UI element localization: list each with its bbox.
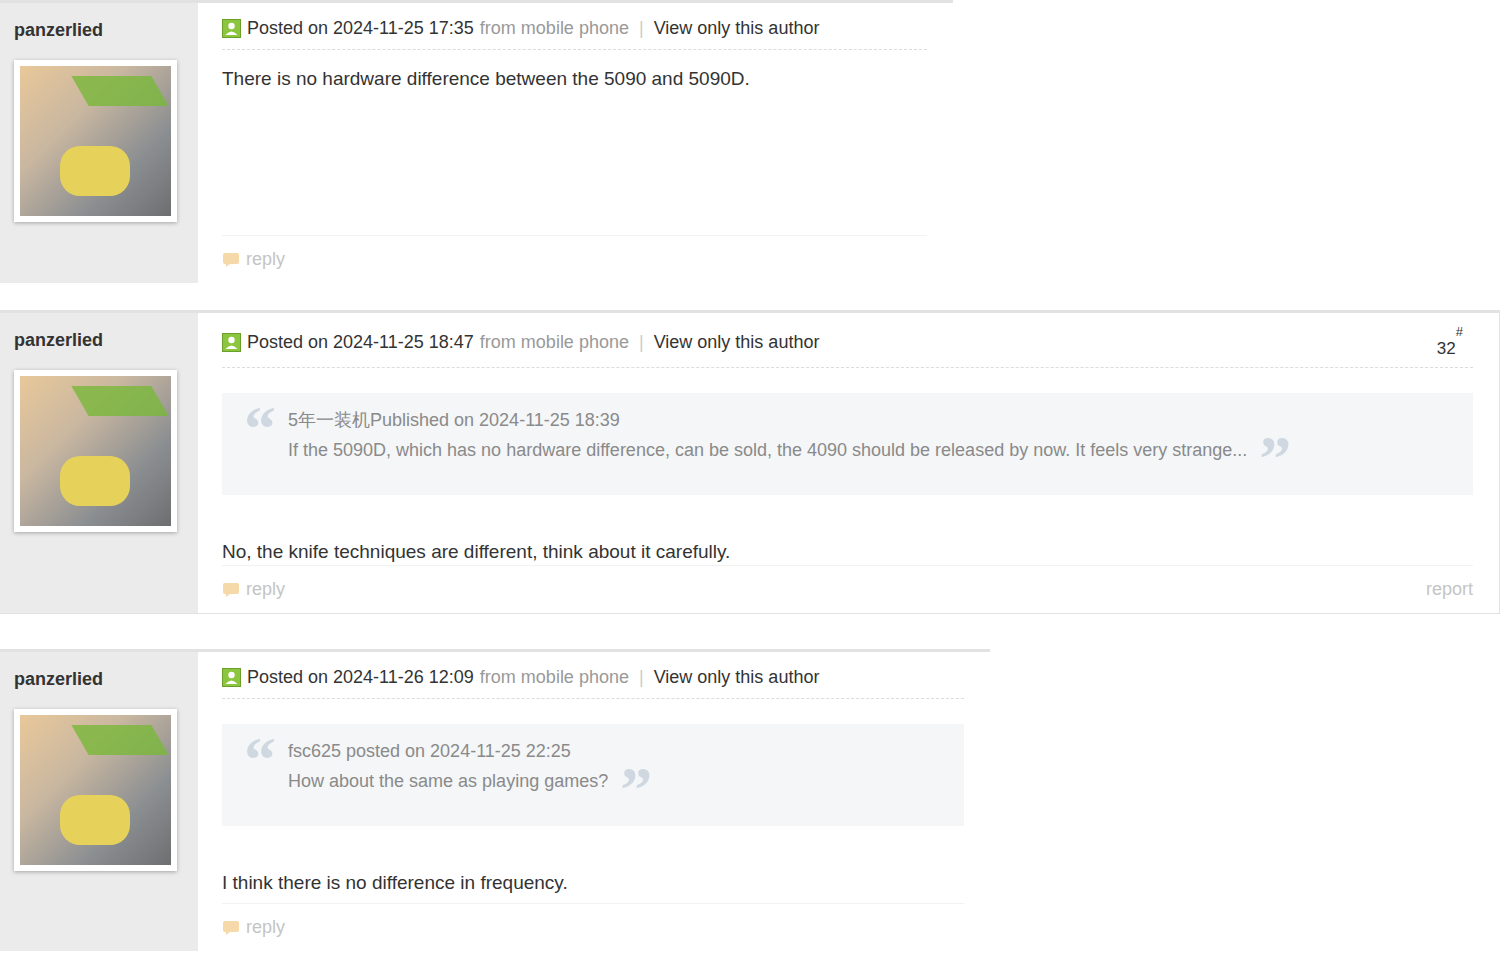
reply-button[interactable]: reply	[222, 246, 285, 273]
post-source: from mobile phone	[480, 329, 629, 355]
avatar-chevron	[71, 76, 168, 106]
post: panzerlied Posted on 2024-11-26 12:09from…	[0, 649, 990, 951]
reply-icon	[222, 582, 240, 598]
avatar-dog	[60, 795, 130, 845]
post-body: No, the knife techniques are different, …	[222, 539, 1473, 565]
reply-icon	[222, 252, 240, 268]
avatar-image	[20, 376, 171, 526]
post: panzerlied Posted on 2024-11-25 17:35from…	[0, 0, 953, 283]
post-time: Posted on 2024-11-25 17:35	[247, 15, 474, 41]
avatar-image	[20, 66, 171, 216]
author-column: panzerlied	[0, 652, 198, 951]
reply-button[interactable]: reply	[222, 914, 285, 941]
author-column: panzerlied	[0, 313, 198, 613]
post-content: Posted on 2024-11-25 17:35from mobile ph…	[198, 3, 953, 283]
author-name[interactable]: panzerlied	[14, 327, 198, 354]
post-content: Posted on 2024-11-26 12:09from mobile ph…	[198, 652, 990, 951]
quote-text: If the 5090D, which has no hardware diff…	[288, 439, 1247, 461]
author-column: panzerlied	[0, 3, 198, 283]
post-header: Posted on 2024-11-25 17:35from mobile ph…	[222, 3, 927, 50]
separator: |	[635, 664, 648, 690]
report-link[interactable]: report	[1426, 576, 1473, 603]
post-body: There is no hardware difference between …	[222, 66, 927, 92]
quote-header: fsc625 posted on 2024-11-25 22:25	[288, 740, 608, 762]
quote-body: 5年一装机Published on 2024-11-25 18:39 If the…	[288, 405, 1247, 461]
quote-header: 5年一装机Published on 2024-11-25 18:39	[288, 409, 1247, 431]
avatar-dog	[60, 146, 130, 196]
post-header: Posted on 2024-11-26 12:09from mobile ph…	[222, 652, 964, 699]
reply-button[interactable]: reply	[222, 576, 285, 603]
author-name[interactable]: panzerlied	[14, 666, 198, 693]
floor-number: 32#	[1437, 325, 1473, 359]
avatar-chevron	[71, 386, 168, 416]
avatar-frame[interactable]	[14, 60, 177, 222]
quote-close-mark: ”	[1259, 405, 1291, 483]
quote-open-mark: “	[244, 736, 276, 784]
view-only-link[interactable]: View only this author	[654, 664, 820, 690]
user-icon	[222, 668, 241, 687]
view-only-link[interactable]: View only this author	[654, 329, 820, 355]
post-header: Posted on 2024-11-25 18:47from mobile ph…	[222, 313, 1473, 368]
quote-text: How about the same as playing games?	[288, 770, 608, 792]
quote-box: “ fsc625 posted on 2024-11-25 22:25 How ab…	[222, 724, 964, 826]
post-time: Posted on 2024-11-25 18:47	[247, 329, 474, 355]
quote-close-mark: ”	[620, 736, 652, 814]
post-source: from mobile phone	[480, 664, 629, 690]
post-time: Posted on 2024-11-26 12:09	[247, 664, 474, 690]
post-footer: reply report	[222, 565, 1473, 613]
page: panzerliedPosted on 2024-11-25 17:35from…	[0, 0, 1505, 965]
post: panzerlied Posted on 2024-11-25 18:47from…	[0, 310, 1500, 614]
author-name[interactable]: panzerlied	[14, 17, 198, 44]
post-footer: reply	[222, 903, 964, 951]
quote-open-mark: “	[244, 405, 276, 453]
avatar-dog	[60, 456, 130, 506]
separator: |	[635, 15, 648, 41]
post-wrapper: panzerlied Posted on 2024-11-25 17:35from…	[0, 0, 1505, 283]
user-icon	[222, 19, 241, 38]
post-content: Posted on 2024-11-25 18:47from mobile ph…	[198, 313, 1499, 613]
avatar-chevron	[71, 725, 168, 755]
post-wrapper: panzerlied Posted on 2024-11-25 18:47from…	[0, 310, 1505, 614]
separator: |	[635, 329, 648, 355]
view-only-link[interactable]: View only this author	[654, 15, 820, 41]
post-footer: reply	[222, 235, 927, 283]
avatar-frame[interactable]	[14, 709, 177, 871]
avatar-image	[20, 715, 171, 865]
avatar-frame[interactable]	[14, 370, 177, 532]
post-body: I think there is no difference in freque…	[222, 870, 964, 896]
quote-body: fsc625 posted on 2024-11-25 22:25 How abo…	[288, 736, 608, 792]
user-icon	[222, 333, 241, 352]
quote-box: “ 5年一装机Published on 2024-11-25 18:39 If th…	[222, 393, 1473, 495]
reply-icon	[222, 920, 240, 936]
post-source: from mobile phone	[480, 15, 629, 41]
post-wrapper: panzerlied Posted on 2024-11-26 12:09from…	[0, 649, 1505, 951]
